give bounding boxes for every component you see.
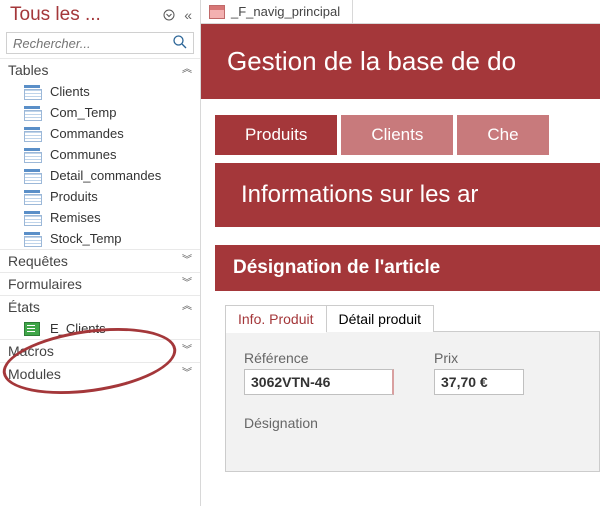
section-designation-title: Désignation de l'article: [215, 245, 600, 291]
nav-item-remises[interactable]: Remises: [0, 207, 200, 228]
field-reference: Référence: [244, 350, 394, 395]
form-tab-produits[interactable]: Produits: [215, 115, 337, 155]
nav-header[interactable]: Tous les ... «: [0, 0, 200, 30]
designation-label: Désignation: [244, 415, 581, 431]
group-macros[interactable]: Macros ︾: [0, 339, 200, 362]
group-label: Tables: [8, 62, 48, 78]
inner-tab-detail-produit[interactable]: Détail produit: [326, 305, 435, 332]
group-label: Requêtes: [8, 253, 68, 269]
table-icon: [24, 211, 40, 225]
nav-item-produits[interactable]: Produits: [0, 186, 200, 207]
search-icon[interactable]: [172, 34, 190, 52]
nav-item-e-clients[interactable]: E_Clients: [0, 318, 200, 339]
nav-item-detail-commandes[interactable]: Detail_commandes: [0, 165, 200, 186]
table-icon: [24, 85, 40, 99]
expand-down-icon: ︾: [182, 280, 190, 288]
form-tabs: Produits Clients Che: [215, 115, 600, 155]
table-icon: [24, 106, 40, 120]
collapse-pane-icon[interactable]: «: [184, 7, 192, 23]
form-tab-che[interactable]: Che: [457, 115, 548, 155]
group-requetes[interactable]: Requêtes ︾: [0, 249, 200, 272]
form-tab-clients[interactable]: Clients: [341, 115, 453, 155]
form-icon: [209, 5, 225, 19]
table-icon: [24, 232, 40, 246]
search-box: [6, 32, 194, 54]
group-label: Macros: [8, 343, 54, 359]
table-icon: [24, 148, 40, 162]
expand-down-icon: ︾: [182, 370, 190, 378]
chevron-down-icon[interactable]: [160, 6, 178, 24]
field-prix: Prix: [434, 350, 524, 395]
nav-item-stock-temp[interactable]: Stock_Temp: [0, 228, 200, 249]
collapse-up-icon: ︽: [182, 66, 190, 74]
navigation-pane: Tous les ... « Tables ︽ Clients Com_Temp…: [0, 0, 201, 506]
group-tables[interactable]: Tables ︽: [0, 58, 200, 81]
expand-down-icon: ︾: [182, 257, 190, 265]
collapse-up-icon: ︽: [182, 303, 190, 311]
tab-f-navig-principal[interactable]: _F_navig_principal: [201, 0, 353, 23]
prix-input[interactable]: [434, 369, 524, 395]
inner-tabs: Info. Produit Détail produit: [225, 305, 600, 332]
nav-item-communes[interactable]: Communes: [0, 144, 200, 165]
reference-input[interactable]: [244, 369, 394, 395]
report-icon: [24, 322, 40, 336]
inner-tab-info-produit[interactable]: Info. Produit: [225, 305, 327, 332]
group-label: États: [8, 299, 40, 315]
nav-title: Tous les ...: [10, 4, 160, 26]
search-input[interactable]: [6, 32, 194, 54]
document-tabs: _F_navig_principal: [201, 0, 600, 24]
table-icon: [24, 190, 40, 204]
reference-label: Référence: [244, 350, 394, 366]
content-area: _F_navig_principal Gestion de la base de…: [201, 0, 600, 506]
nav-item-commandes[interactable]: Commandes: [0, 123, 200, 144]
group-etats[interactable]: États ︽: [0, 295, 200, 318]
form-body: Gestion de la base de do Produits Client…: [201, 24, 600, 506]
prix-label: Prix: [434, 350, 524, 366]
tab-label: _F_navig_principal: [231, 4, 340, 19]
table-icon: [24, 169, 40, 183]
form-header-title: Gestion de la base de do: [201, 24, 600, 99]
group-formulaires[interactable]: Formulaires ︾: [0, 272, 200, 295]
section-info-title: Informations sur les ar: [215, 163, 600, 227]
nav-item-com-temp[interactable]: Com_Temp: [0, 102, 200, 123]
table-icon: [24, 127, 40, 141]
group-label: Modules: [8, 366, 61, 382]
group-label: Formulaires: [8, 276, 82, 292]
expand-down-icon: ︾: [182, 347, 190, 355]
nav-item-clients[interactable]: Clients: [0, 81, 200, 102]
group-modules[interactable]: Modules ︾: [0, 362, 200, 385]
product-panel: Référence Prix Désignation: [225, 331, 600, 472]
